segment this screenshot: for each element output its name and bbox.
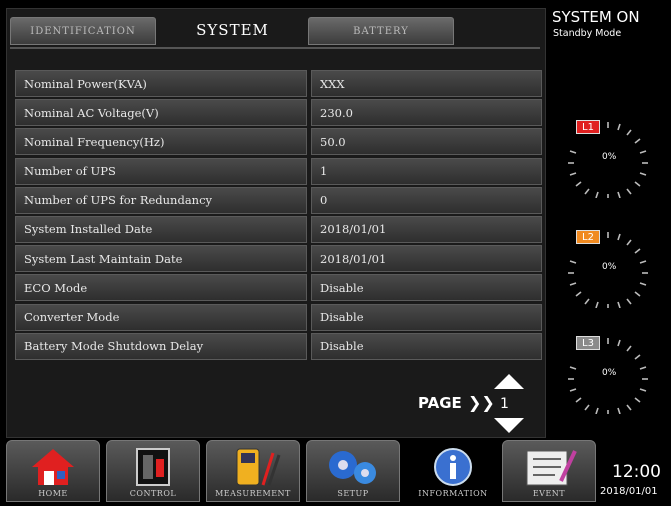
row-value: XXX <box>311 70 542 97</box>
gauge-percent: 0% <box>602 152 617 162</box>
measurement-icon <box>225 447 281 491</box>
row-value: Disable <box>311 274 542 302</box>
system-mode: Standby Mode <box>553 28 622 39</box>
gauge-l3: L3 0% <box>556 334 656 414</box>
row-label: System Installed Date <box>15 215 307 243</box>
page-next-icon[interactable]: ❯❯ <box>468 393 495 412</box>
nav-control-button[interactable]: CONTROL <box>106 440 200 502</box>
system-info-table: Nominal Power(KVA) XXX Nominal AC Voltage… <box>15 70 542 362</box>
tab-battery[interactable]: BATTERY <box>308 17 454 45</box>
home-icon <box>30 447 76 491</box>
nav-measurement-button[interactable]: MEASUREMENT <box>206 440 300 502</box>
clock-time: 12:00 <box>612 462 661 482</box>
tab-bar: IDENTIFICATION SYSTEM BATTERY <box>10 13 540 49</box>
row-value: 230.0 <box>311 99 542 127</box>
gauge-percent: 0% <box>602 368 617 378</box>
table-row: System Installed Date 2018/01/01 <box>15 215 542 245</box>
tab-strip <box>10 47 540 49</box>
row-label: Battery Mode Shutdown Delay <box>15 332 307 360</box>
page-down-button[interactable] <box>494 418 524 433</box>
event-icon <box>521 447 577 491</box>
row-label: System Last Maintain Date <box>15 245 307 273</box>
page-number: 1 <box>500 396 509 412</box>
gauge-label: L2 <box>576 230 600 244</box>
row-value: Disable <box>311 332 542 360</box>
row-label: Number of UPS for Redundancy <box>15 186 307 214</box>
gauge-label: L3 <box>576 336 600 350</box>
table-row: Nominal Frequency(Hz) 50.0 <box>15 128 542 157</box>
table-row: Number of UPS 1 <box>15 157 542 187</box>
nav-event-button[interactable]: EVENT <box>502 440 596 502</box>
nav-setup-button[interactable]: SETUP <box>306 440 400 502</box>
row-value: 0 <box>311 186 542 214</box>
nav-information-button[interactable]: INFORMATION <box>406 440 500 502</box>
gauge-l1: L1 0% <box>556 118 656 198</box>
table-row: Nominal AC Voltage(V) 230.0 <box>15 99 542 128</box>
row-value: 1 <box>311 157 542 185</box>
row-label: Converter Mode <box>15 303 307 331</box>
bottom-nav: HOME CONTROL MEASUREMENT SETUP INFORMATI… <box>6 440 596 502</box>
row-label: Nominal Power(KVA) <box>15 70 307 97</box>
nav-home-button[interactable]: HOME <box>6 440 100 502</box>
nav-label: CONTROL <box>129 489 177 498</box>
gauge-label: L1 <box>576 120 600 134</box>
info-icon <box>433 447 473 491</box>
row-label: Number of UPS <box>15 157 307 185</box>
row-label: Nominal AC Voltage(V) <box>15 99 307 127</box>
row-value: 2018/01/01 <box>311 215 542 243</box>
row-value: 2018/01/01 <box>311 245 542 273</box>
row-value: Disable <box>311 303 542 331</box>
nav-label: SETUP <box>337 489 369 498</box>
table-row: Battery Mode Shutdown Delay Disable <box>15 332 542 362</box>
row-label: ECO Mode <box>15 274 307 302</box>
nav-label: EVENT <box>532 489 566 498</box>
nav-label: HOME <box>38 489 68 498</box>
gauge-l2: L2 0% <box>556 228 656 308</box>
tab-system[interactable]: SYSTEM <box>165 13 300 47</box>
nav-label: MEASUREMENT <box>215 489 291 498</box>
row-label: Nominal Frequency(Hz) <box>15 128 307 156</box>
page-label: PAGE <box>418 394 462 412</box>
table-row: Nominal Power(KVA) XXX <box>15 70 542 99</box>
table-row: Number of UPS for Redundancy 0 <box>15 186 542 216</box>
page-up-button[interactable] <box>494 374 524 389</box>
table-row: Converter Mode Disable <box>15 303 542 333</box>
system-status: SYSTEM ON <box>552 8 640 26</box>
nav-label: INFORMATION <box>418 489 488 498</box>
gear-icon <box>325 447 381 491</box>
clock-date: 2018/01/01 <box>600 486 658 497</box>
table-row: ECO Mode Disable <box>15 274 542 303</box>
control-icon <box>133 447 173 491</box>
table-row: System Last Maintain Date 2018/01/01 <box>15 245 542 274</box>
row-value: 50.0 <box>311 128 542 156</box>
gauge-percent: 0% <box>602 262 617 272</box>
tab-identification[interactable]: IDENTIFICATION <box>10 17 156 45</box>
